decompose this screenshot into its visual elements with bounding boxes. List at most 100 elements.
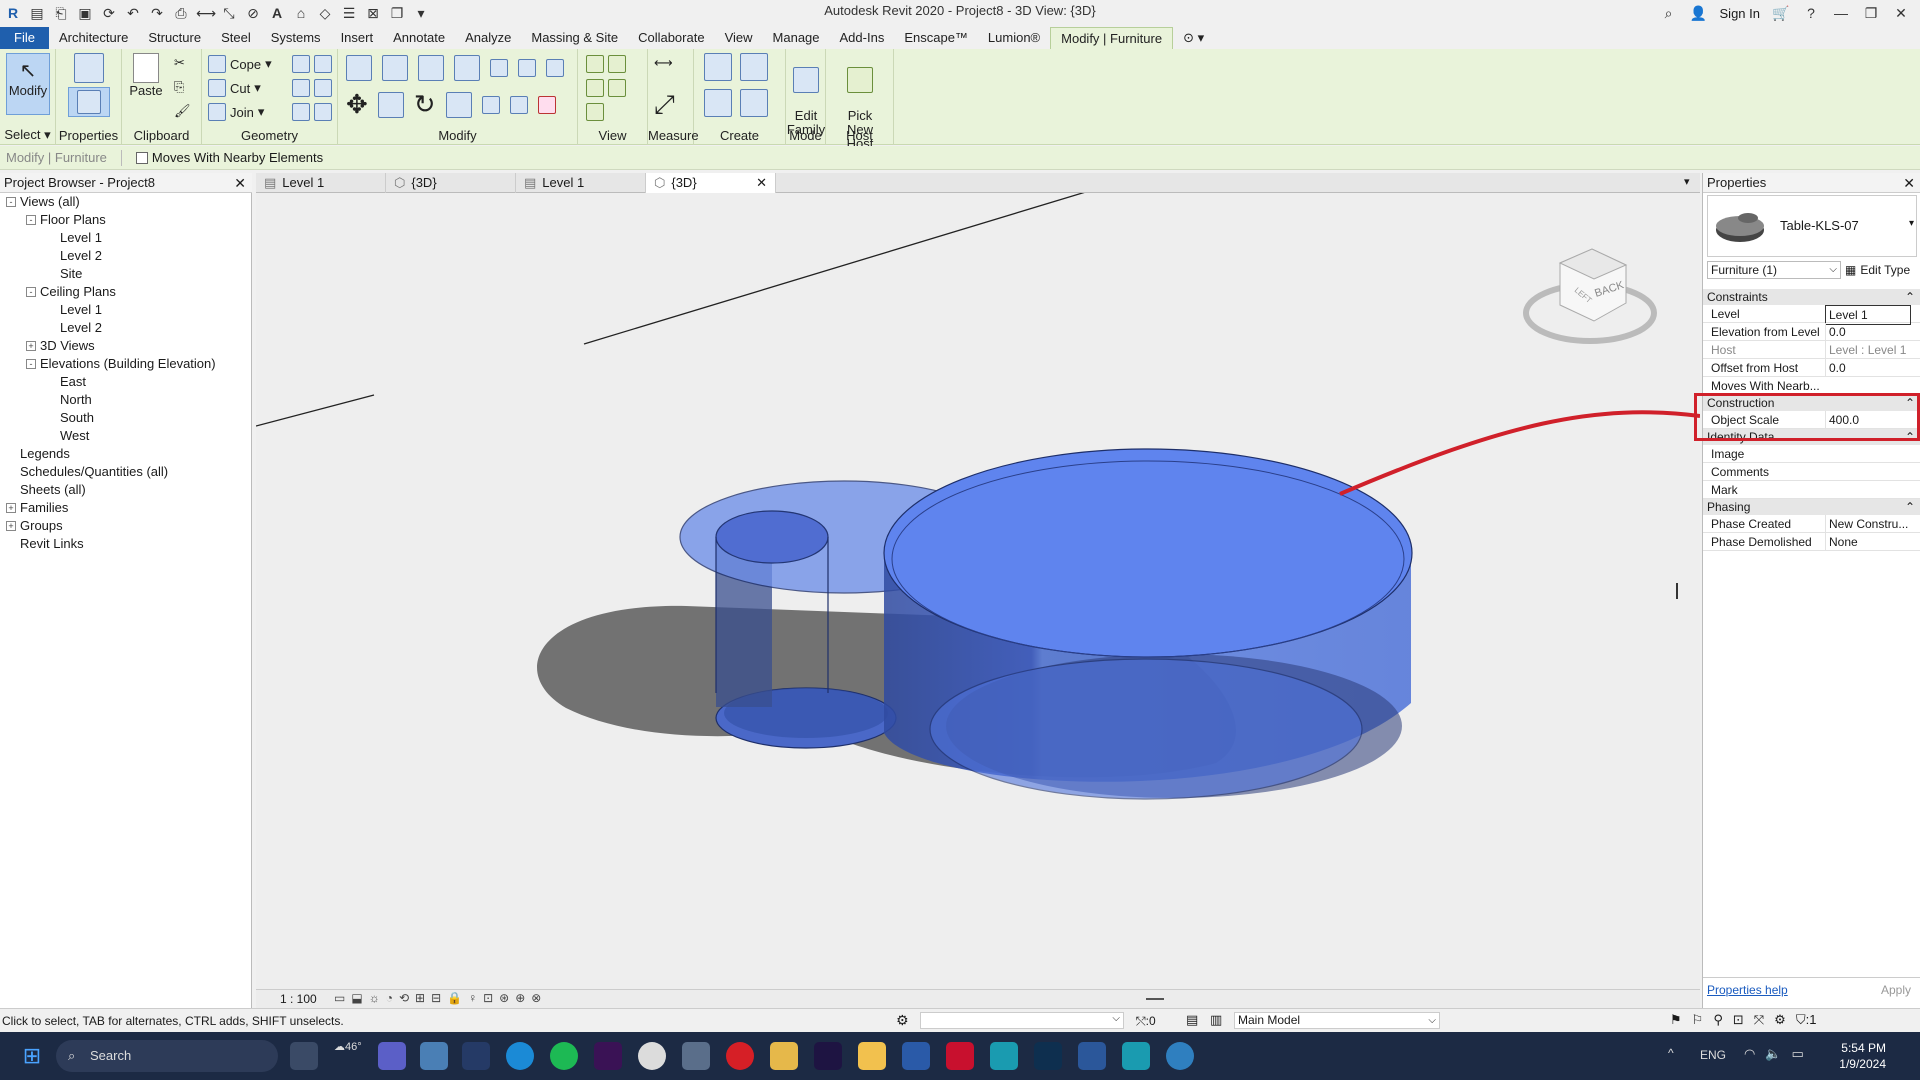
rotate-icon[interactable]: ↻ [414,89,436,120]
measure-between-button[interactable]: ⟷ [654,55,673,71]
wifi-icon[interactable]: ◠ [1744,1046,1755,1062]
section-icon[interactable]: ◇ [316,4,334,22]
view-tool-2[interactable] [586,79,626,97]
select-links-icon[interactable]: ⚑ [1670,1012,1682,1028]
instance-filter-select[interactable]: Furniture (1) ⌵ [1707,261,1841,279]
match-type-button[interactable]: 🖌 [174,103,191,119]
ribbon-tab-massing-site[interactable]: Massing & Site [521,27,628,49]
background-process-icon[interactable]: ⚙ [1774,1012,1786,1028]
join-button[interactable]: Join ▾ [208,103,264,121]
model-view[interactable]: BACK LEFT [255,160,1701,989]
minimize-icon[interactable]: — [1832,4,1850,22]
type-selector[interactable]: Table-KLS-07 ▾ [1707,195,1917,257]
taskbar-search[interactable]: ⌕ Search [56,1040,278,1072]
view-tool-1[interactable] [586,55,626,73]
worksharing-icon[interactable]: ⊛ [499,991,509,1005]
paste-button[interactable]: Paste [128,53,164,98]
revit-logo-icon[interactable]: R [4,4,22,22]
browser-item[interactable]: Level 2 [0,319,252,337]
revit-taskbar-icon[interactable] [902,1042,930,1070]
view-cube[interactable]: BACK LEFT [1523,248,1657,344]
temp-hide-icon[interactable]: ♀ [468,991,477,1005]
analytical-icon[interactable]: ⊕ [515,991,525,1005]
moves-with-nearby-checkbox[interactable]: Moves With Nearby Elements [135,150,323,165]
mirror-draw-icon[interactable] [454,55,480,81]
cart-icon[interactable]: 🛒 [1772,4,1790,22]
design-options-icon[interactable]: ▤ [1186,1012,1198,1028]
measure-icon[interactable]: ⟷ [196,4,216,22]
copy-small-icon[interactable] [518,59,536,77]
media-icon[interactable] [770,1042,798,1070]
steam-icon[interactable] [638,1042,666,1070]
array-icon[interactable] [509,95,528,114]
editable-only-indicator[interactable]: ⤲:0 [1136,1014,1156,1029]
ribbon-tab-modify-furniture[interactable]: Modify | Furniture [1050,27,1174,49]
select-underlay-icon[interactable]: ⚐ [1692,1012,1704,1028]
undo-icon[interactable]: ↶ [124,4,142,22]
volume-icon[interactable]: 🔈 [1765,1046,1781,1062]
trim-icon[interactable] [445,91,472,118]
dimension-icon[interactable]: ⤡ [220,4,238,22]
edge-icon[interactable] [506,1042,534,1070]
premiere-icon[interactable] [594,1042,622,1070]
modify-button[interactable]: ↖ Modify [6,53,50,115]
customize-qat-icon[interactable]: ▾ [412,4,430,22]
close-icon[interactable]: ✕ [1903,173,1915,193]
property-section[interactable]: Phasing ⌃ [1703,499,1920,515]
browser-item[interactable]: Site [0,265,252,283]
default-3d-icon[interactable]: ⌂ [292,4,310,22]
scroll-indicator[interactable] [1146,998,1164,1000]
collapse-icon[interactable]: - [26,287,36,297]
browser-item[interactable]: East [0,373,252,391]
property-value[interactable]: None [1825,533,1911,551]
show-crop-icon[interactable]: ⊟ [431,991,441,1005]
language-indicator[interactable]: ENG [1700,1048,1726,1062]
sun-path-icon[interactable]: ☼ [369,991,380,1005]
browser-item[interactable]: Sheets (all) [0,481,252,499]
browser-item[interactable]: South [0,409,252,427]
browser-item[interactable]: + Groups [0,517,252,535]
ribbon-tab-analyze[interactable]: Analyze [455,27,521,49]
filter-icon[interactable]: ⛉:1 [1796,1012,1817,1028]
text-icon[interactable]: A [268,4,286,22]
browser-item[interactable]: Schedules/Quantities (all) [0,463,252,481]
view-tool-3[interactable] [586,103,604,121]
browser-item[interactable]: Level 1 [0,301,252,319]
close-hidden-icon[interactable]: ⊠ [364,4,382,22]
browser-item[interactable]: Revit Links [0,535,252,553]
select-pinned-icon[interactable]: ⚲ [1713,1012,1723,1028]
property-value[interactable]: New Constru... [1825,515,1911,533]
windows-start-icon[interactable]: ⊞ [18,1042,46,1070]
infocenter-icon[interactable]: ⌕ [1660,4,1678,22]
offset-icon[interactable] [382,55,408,81]
photoshop-icon[interactable] [1034,1042,1062,1070]
shadows-icon[interactable]: ◔ [386,991,393,1005]
clock[interactable]: 5:54 PM 1/9/2024 [1830,1040,1886,1072]
expand-icon[interactable]: + [6,521,16,531]
expand-icon[interactable]: + [6,503,16,513]
ribbon-extra-menu-icon[interactable]: ⊙ ▾ [1173,27,1214,49]
drag-elements-icon[interactable]: ⤧ [1754,1012,1764,1028]
file-icon[interactable]: ▤ [28,4,46,22]
move-small-icon[interactable] [490,59,508,77]
worksets-icon[interactable]: ⚙ [896,1012,909,1029]
browser-item[interactable]: West [0,427,252,445]
copy-big-icon[interactable] [377,91,404,118]
expand-icon[interactable]: + [26,341,36,351]
ribbon-tab-enscape[interactable]: Enscape™ [894,27,978,49]
word-icon[interactable] [1078,1042,1106,1070]
delete-icon[interactable] [537,95,556,114]
edit-family-button[interactable]: Edit Family [786,53,826,137]
autocad-icon[interactable] [946,1042,974,1070]
create-tools-2[interactable] [704,89,768,117]
user-icon[interactable]: 👤 [1690,4,1708,22]
select-by-face-icon[interactable]: ⊡ [1733,1012,1744,1028]
task-view-icon[interactable] [290,1042,318,1070]
ribbon-tab-insert[interactable]: Insert [331,27,384,49]
restore-icon[interactable]: ❐ [1862,4,1880,22]
sign-in-link[interactable]: Sign In [1720,6,1760,21]
teams-icon[interactable] [378,1042,406,1070]
apply-button[interactable]: Apply [1881,983,1911,997]
ribbon-tab-systems[interactable]: Systems [261,27,331,49]
cope-button[interactable]: Cope ▾ [208,55,272,73]
